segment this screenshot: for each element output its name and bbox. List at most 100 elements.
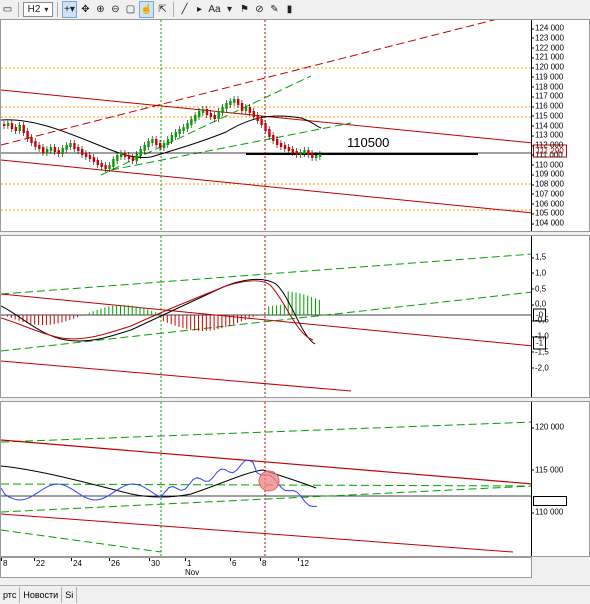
hide-icon[interactable]: ⊘ bbox=[253, 2, 266, 17]
candle bbox=[229, 101, 232, 105]
histogram-bar bbox=[264, 313, 266, 315]
date-tick bbox=[185, 558, 186, 561]
candle bbox=[201, 109, 205, 113]
histogram-bar bbox=[92, 311, 94, 315]
delete-icon[interactable]: ✎ bbox=[268, 2, 281, 17]
indicator-svg bbox=[1, 402, 534, 556]
highlight-marker[interactable] bbox=[258, 470, 280, 492]
oscillator-axis: -0 -1 1,5 1,0 0,5 0,0 -0,5 -1,0 -1,5 -2,0 bbox=[530, 236, 589, 397]
candle bbox=[92, 157, 96, 162]
page-icon[interactable]: ▭ bbox=[1, 2, 14, 17]
candle bbox=[88, 155, 92, 159]
line-icon[interactable]: ╱ bbox=[178, 2, 191, 17]
histogram-bar bbox=[272, 305, 274, 315]
trend-line[interactable] bbox=[1, 360, 352, 392]
oscillator-pane[interactable]: -0 -1 1,5 1,0 0,5 0,0 -0,5 -1,0 -1,5 -2,0 bbox=[0, 235, 590, 398]
histogram-bar bbox=[209, 315, 211, 331]
histogram bbox=[6, 291, 320, 331]
candle bbox=[194, 115, 197, 121]
candle bbox=[26, 131, 29, 139]
date-label: 30 bbox=[151, 559, 160, 568]
trend-line[interactable] bbox=[1, 421, 534, 443]
toolbar-separator bbox=[18, 2, 19, 17]
trend-line[interactable] bbox=[1, 513, 514, 553]
indicator-value-badge bbox=[533, 496, 567, 506]
date-label: 22 bbox=[36, 559, 45, 568]
histogram-bar bbox=[190, 315, 192, 330]
trend-line[interactable] bbox=[1, 159, 534, 214]
candle bbox=[209, 113, 213, 117]
chart-icon[interactable]: ▮ bbox=[283, 2, 296, 17]
chart-tabs: ртс Новости Si bbox=[0, 585, 590, 604]
chart-tab[interactable]: ртс bbox=[0, 587, 21, 603]
histogram-bar bbox=[260, 314, 262, 315]
axis-tick-label: 0,5 bbox=[530, 284, 547, 294]
oscillator-svg bbox=[1, 236, 534, 397]
zoom-in-icon[interactable]: ⊕ bbox=[94, 2, 107, 17]
chart-tab[interactable]: Si bbox=[62, 587, 78, 603]
candle bbox=[42, 147, 45, 153]
timeframe-select[interactable]: H2 bbox=[23, 2, 53, 17]
histogram-bar bbox=[42, 315, 43, 325]
candle bbox=[151, 139, 154, 143]
candle bbox=[272, 135, 275, 141]
histogram-bar bbox=[131, 305, 133, 315]
histogram-bar bbox=[38, 315, 40, 325]
candle bbox=[135, 154, 138, 161]
date-label: 8 bbox=[262, 559, 267, 568]
histogram-bar bbox=[53, 315, 55, 325]
axis-tick-label: -1,5 bbox=[531, 347, 549, 357]
histogram-bar bbox=[69, 315, 71, 321]
candle bbox=[69, 143, 72, 147]
trend-line[interactable] bbox=[1, 529, 162, 553]
candle bbox=[217, 111, 220, 119]
candle bbox=[252, 111, 255, 117]
chart-tab[interactable]: Новости bbox=[20, 587, 63, 603]
candle bbox=[240, 103, 244, 111]
hand-icon[interactable]: ☝ bbox=[139, 1, 154, 18]
candle bbox=[170, 135, 174, 141]
candle bbox=[147, 141, 150, 147]
candle bbox=[178, 129, 181, 134]
price-chart-pane[interactable]: 110500 111 290 124 000 123 000 122 000 121 … bbox=[0, 19, 590, 232]
candle bbox=[186, 123, 189, 129]
candle bbox=[268, 129, 271, 137]
price-annotation: 110500 bbox=[347, 135, 390, 150]
fit-icon[interactable]: ▢ bbox=[124, 2, 137, 17]
histogram-bar bbox=[303, 294, 305, 315]
arrow-icon[interactable]: ▸ bbox=[193, 2, 206, 17]
axis-tick-label: 108 000 bbox=[531, 179, 564, 189]
text-tool[interactable]: Aa bbox=[208, 2, 221, 17]
trend-line[interactable] bbox=[1, 20, 533, 146]
axis-tick-label: -2,0 bbox=[531, 363, 549, 373]
indicator-pane[interactable]: 120 000 115 000 110 000 bbox=[0, 401, 590, 557]
axis-tick-label: 119 000 bbox=[530, 72, 564, 82]
move-icon[interactable]: ✥ bbox=[79, 2, 92, 17]
trend-line[interactable] bbox=[1, 291, 534, 352]
histogram-bar bbox=[73, 315, 75, 319]
candle bbox=[3, 124, 6, 126]
axis-tick-label: 122 000 bbox=[531, 43, 564, 52]
cursor-icon[interactable]: ⇱ bbox=[156, 2, 169, 17]
candle bbox=[248, 107, 252, 113]
candle bbox=[14, 127, 18, 131]
candle bbox=[299, 152, 302, 155]
histogram-bar bbox=[248, 315, 250, 319]
trend-line[interactable] bbox=[110, 122, 352, 171]
toolbar-separator bbox=[57, 2, 58, 17]
histogram-bar bbox=[88, 312, 90, 315]
histogram-bar bbox=[18, 315, 20, 321]
candle bbox=[291, 149, 294, 153]
candle bbox=[38, 145, 41, 149]
histogram-bar bbox=[84, 314, 86, 315]
crosshair-icon[interactable]: +▾ bbox=[62, 1, 77, 18]
candle bbox=[61, 148, 64, 154]
zoom-out-icon[interactable]: ⊖ bbox=[109, 2, 122, 17]
axis-tick-label: 109 000 bbox=[531, 169, 564, 179]
trend-line[interactable] bbox=[1, 253, 534, 295]
axis-tick-label: 106 000 bbox=[531, 199, 564, 208]
flag-icon[interactable]: ⚑ bbox=[238, 2, 251, 17]
histogram-bar bbox=[127, 305, 129, 315]
candle bbox=[57, 150, 60, 154]
text-dropdown-icon[interactable]: ▾ bbox=[223, 2, 236, 17]
